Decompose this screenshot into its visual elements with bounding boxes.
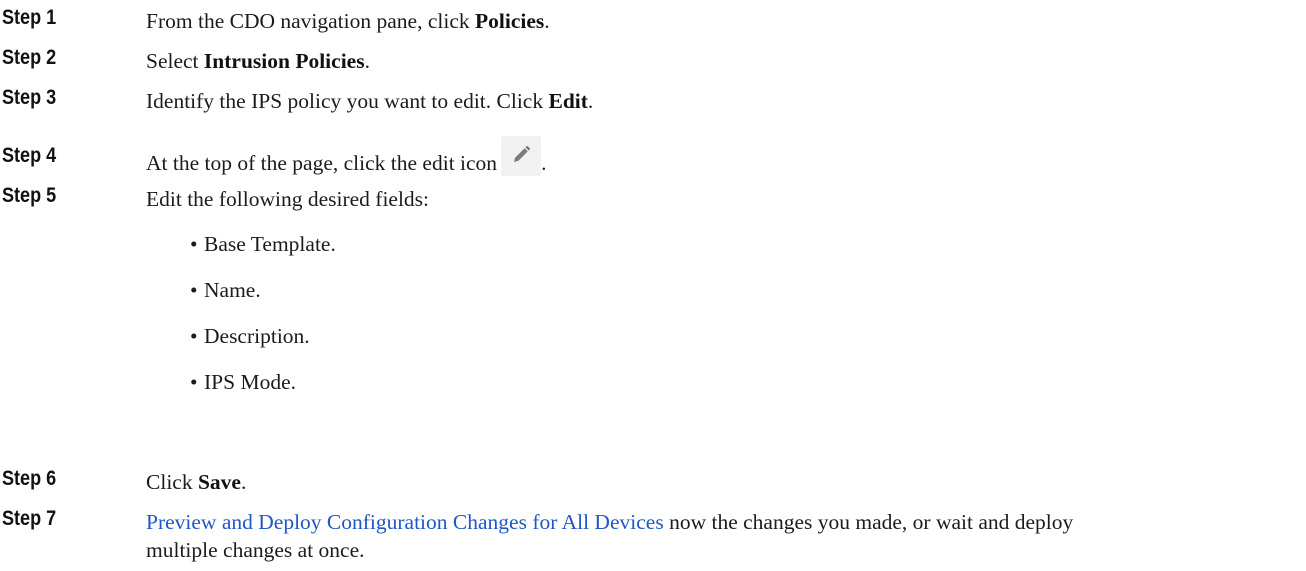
list-item: • IPS Mode. bbox=[190, 367, 336, 413]
bullet-icon: • bbox=[190, 232, 198, 256]
step-label: Step 7 bbox=[2, 507, 57, 530]
step-text: Identify the IPS policy you want to edit… bbox=[146, 89, 594, 113]
step-text-pre: Click bbox=[146, 470, 198, 494]
step-label: Step 5 bbox=[2, 184, 57, 207]
step-text: At the top of the page, click the edit i… bbox=[146, 136, 546, 178]
bullet-icon: • bbox=[190, 324, 198, 348]
step-label: Step 3 bbox=[2, 86, 57, 109]
ui-term: Intrusion Policies bbox=[203, 49, 365, 73]
step-text: Preview and Deploy Configuration Changes… bbox=[146, 510, 1074, 534]
list-item: • Description. bbox=[190, 321, 336, 367]
ui-term: Edit bbox=[548, 89, 588, 113]
step-text-pre: At the top of the page, click the edit i… bbox=[146, 151, 498, 175]
step-label: Step 4 bbox=[2, 144, 57, 167]
list-item: • Name. bbox=[190, 275, 336, 321]
step-text: Edit the following desired fields: bbox=[146, 187, 430, 211]
step-label: Step 2 bbox=[2, 46, 57, 69]
step-text: Click Save. bbox=[146, 470, 247, 494]
pencil-edit-icon bbox=[501, 136, 542, 176]
step-text-pre: Select bbox=[146, 49, 204, 73]
step-text: From the CDO navigation pane, click Poli… bbox=[146, 9, 550, 33]
bullet-icon: • bbox=[190, 370, 198, 394]
step-text-pre: Identify the IPS policy you want to edit… bbox=[146, 89, 549, 113]
step-label: Step 1 bbox=[2, 6, 57, 29]
list-item: • Base Template. bbox=[190, 229, 336, 275]
step-text: Select Intrusion Policies. bbox=[146, 49, 370, 73]
step-label: Step 6 bbox=[2, 467, 57, 490]
ui-term: Policies bbox=[475, 9, 545, 33]
step-text-pre: From the CDO navigation pane, click bbox=[146, 9, 475, 33]
ui-term: Save bbox=[197, 470, 241, 494]
step-text-continued: multiple changes at once. bbox=[146, 538, 365, 562]
preview-deploy-link[interactable]: Preview and Deploy Configuration Changes… bbox=[146, 510, 664, 534]
bullet-icon: • bbox=[190, 278, 198, 302]
field-list: • Base Template. • Name. • Description. • IP… bbox=[190, 229, 336, 413]
